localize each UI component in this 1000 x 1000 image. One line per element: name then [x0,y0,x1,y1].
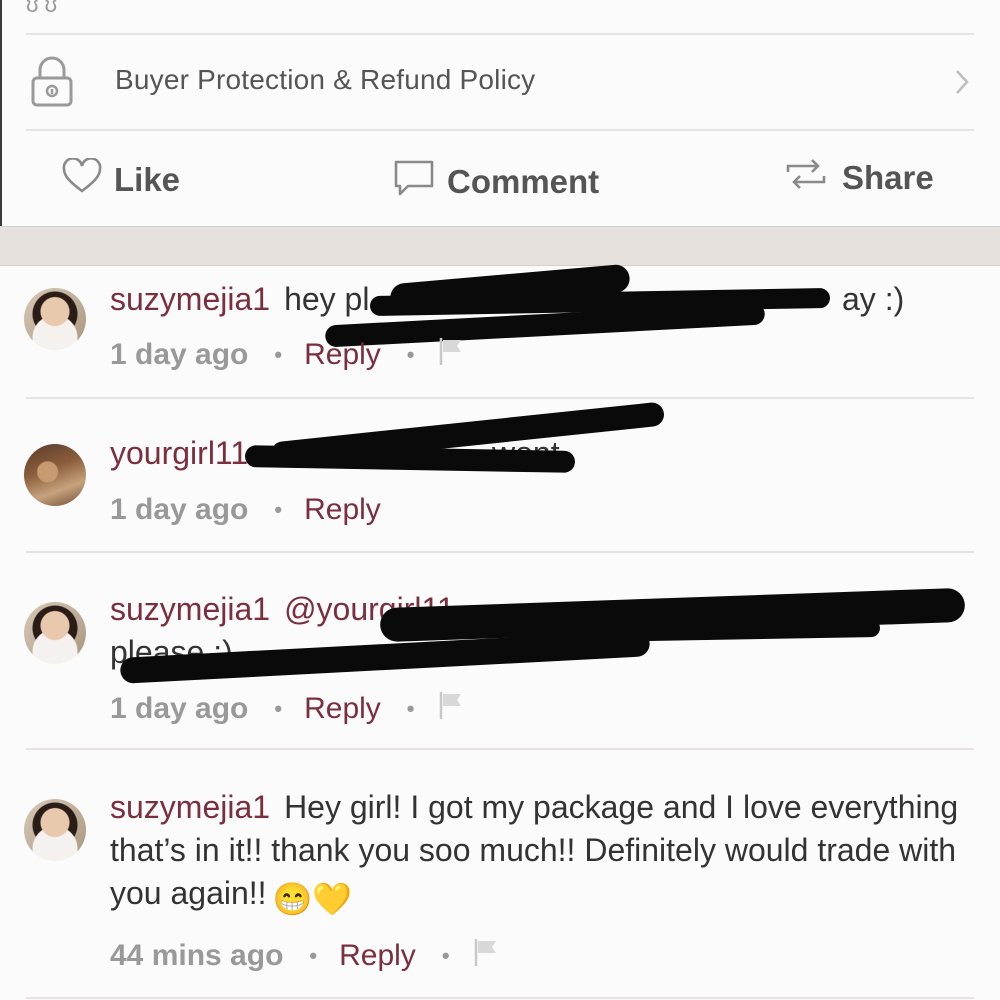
share-label: Share [842,159,934,196]
divider [26,129,974,131]
partial-top-content: ʊ ʊ [26,0,58,17]
comment-username[interactable]: yourgirl11 [110,435,248,471]
separator-dot: • [309,943,318,968]
buyer-protection-row[interactable]: Buyer Protection & Refund Policy [0,34,1000,130]
comment-body-end: ay :) [842,281,905,317]
comment-button[interactable]: Comment [393,158,599,206]
repost-icon [782,158,842,198]
comment-label: Comment [447,163,600,200]
avatar[interactable] [24,602,86,664]
separator-dot: • [274,342,283,367]
comment-meta: 1 day ago • Reply [110,493,381,527]
comment-text: suzymejia1 Hey girl! I got my package and… [110,786,976,921]
reply-button[interactable]: Reply [304,338,381,372]
comment-time: 1 day ago [110,692,249,725]
separator-dot: • [274,696,283,721]
speech-bubble-icon [393,158,447,206]
divider [26,551,974,553]
comment-time: 44 mins ago [110,939,284,972]
chevron-right-icon [954,68,970,101]
emoji: 😁💛 [272,881,353,917]
avatar[interactable] [24,288,86,350]
action-bar: Like Comment Share [0,132,1000,226]
separator-dot: • [406,342,415,367]
avatar[interactable] [24,444,86,506]
comment-body: hey pl [284,281,370,317]
separator-dot: • [274,497,283,522]
flag-icon[interactable] [472,937,502,975]
comment-username[interactable]: suzymejia1 [110,591,270,627]
reply-button[interactable]: Reply [304,493,381,527]
comment-username[interactable]: suzymejia1 [110,789,270,825]
heart-icon [62,157,114,202]
divider [26,997,974,999]
lock-icon [30,56,74,113]
comment-username[interactable]: suzymejia1 [110,281,270,317]
avatar[interactable] [24,799,86,861]
like-label: Like [114,161,181,198]
flag-icon[interactable] [437,336,467,374]
section-separator [0,226,1000,266]
divider [26,397,974,399]
divider [26,748,974,750]
separator-dot: • [441,943,450,968]
comment-meta: 1 day ago • Reply • [110,690,467,728]
share-button[interactable]: Share [782,158,934,198]
reply-button[interactable]: Reply [339,939,416,973]
policy-label: Buyer Protection & Refund Policy [115,64,536,95]
reply-button[interactable]: Reply [304,692,381,726]
separator-dot: • [406,696,415,721]
comment-time: 1 day ago [110,338,249,371]
comment-meta: 1 day ago • Reply • [110,336,467,374]
like-button[interactable]: Like [62,157,181,202]
comment-meta: 44 mins ago • Reply • [110,937,502,975]
comment-time: 1 day ago [110,493,249,526]
flag-icon[interactable] [437,690,467,728]
